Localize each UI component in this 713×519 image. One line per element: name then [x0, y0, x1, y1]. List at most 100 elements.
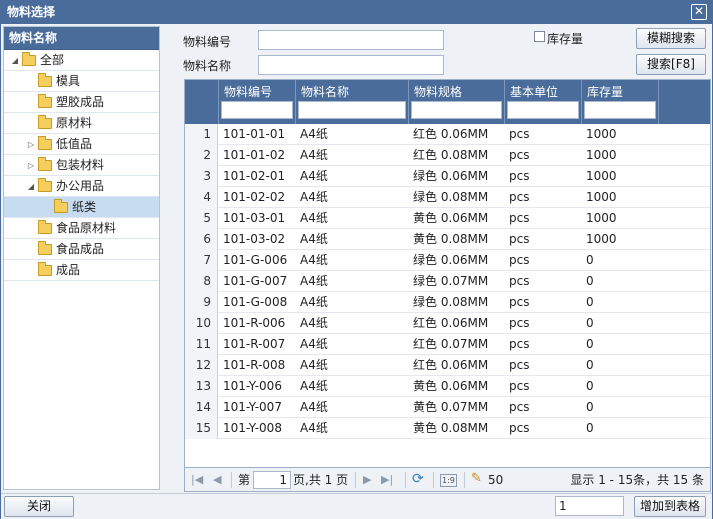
column-spec-title: 物料规格 [414, 85, 463, 99]
tree-item[interactable]: 成品 [4, 260, 159, 281]
pager-separator [355, 472, 356, 488]
cell-unit: pcs [509, 232, 530, 246]
page-number-input[interactable]: 1 [253, 471, 291, 489]
pager-summary: 显示 1 - 15条，共 15 条 [570, 473, 704, 487]
dialog-footer: 关闭 1 增加到表格 [1, 493, 712, 519]
close-button[interactable]: 关闭 [4, 496, 74, 517]
column-name-filter[interactable] [298, 101, 406, 119]
column-unit[interactable]: 基本单位 [504, 80, 581, 124]
tree-item[interactable]: 模具 [4, 71, 159, 92]
cell-code: 101-Y-006 [223, 379, 282, 393]
row-number: 2 [185, 145, 218, 166]
refresh-icon[interactable]: ⟳ [412, 472, 424, 486]
table-row[interactable]: 8 101-G-007 A4纸 绿色 0.07MM pcs 0 [185, 271, 710, 292]
column-spec[interactable]: 物料规格 [408, 80, 504, 124]
cell-spec: 红色 0.06MM [413, 127, 489, 141]
column-stock[interactable]: 库存量 [581, 80, 658, 124]
cell-spec: 黄色 0.06MM [413, 211, 489, 225]
table-row[interactable]: 7 101-G-006 A4纸 绿色 0.06MM pcs 0 [185, 250, 710, 271]
table-row[interactable]: 11 101-R-007 A4纸 红色 0.07MM pcs 0 [185, 334, 710, 355]
row-number: 5 [185, 208, 218, 229]
name-input[interactable] [258, 55, 444, 75]
table-row[interactable]: 6 101-03-02 A4纸 黄色 0.08MM pcs 1000 [185, 229, 710, 250]
tree-item[interactable]: 食品原材料 [4, 218, 159, 239]
tree-item[interactable]: 纸类 [4, 197, 159, 218]
tree-item-label: 办公用品 [56, 179, 105, 193]
page-size-value[interactable]: 50 [488, 468, 503, 492]
next-page-icon[interactable]: ▶ [363, 473, 371, 487]
cell-stock: 0 [586, 358, 594, 372]
cell-code: 101-G-007 [223, 274, 288, 288]
column-spec-filter[interactable] [411, 101, 502, 119]
cell-spec: 黄色 0.08MM [413, 421, 489, 435]
stock-checkbox[interactable] [534, 31, 545, 42]
row-number: 10 [185, 313, 218, 334]
table-row[interactable]: 4 101-02-02 A4纸 绿色 0.08MM pcs 1000 [185, 187, 710, 208]
tree-item[interactable]: 原材料 [4, 113, 159, 134]
code-input[interactable] [258, 30, 444, 50]
cell-unit: pcs [509, 127, 530, 141]
add-to-table-button[interactable]: 增加到表格 [634, 496, 706, 517]
cell-unit: pcs [509, 400, 530, 414]
tree-item[interactable]: ▷ 低值品 [4, 134, 159, 155]
column-stock-filter[interactable] [584, 101, 656, 119]
search-button[interactable]: 搜索[F8] [636, 54, 706, 75]
column-code-filter[interactable] [221, 101, 293, 119]
tree-item[interactable]: 塑胶成品 [4, 92, 159, 113]
collapse-arrow-icon[interactable]: ◢ [10, 50, 20, 71]
cell-unit: pcs [509, 379, 530, 393]
table-row[interactable]: 9 101-G-008 A4纸 绿色 0.08MM pcs 0 [185, 292, 710, 313]
folder-icon [38, 241, 52, 255]
cell-unit: pcs [509, 211, 530, 225]
table-row[interactable]: 14 101-Y-007 A4纸 黄色 0.07MM pcs 0 [185, 397, 710, 418]
table-row[interactable]: 3 101-02-01 A4纸 绿色 0.06MM pcs 1000 [185, 166, 710, 187]
collapse-arrow-icon[interactable]: ◢ [26, 176, 36, 197]
fuzzy-search-button[interactable]: 模糊搜索 [636, 28, 706, 49]
cell-stock: 0 [586, 274, 594, 288]
tree-item-label: 纸类 [72, 200, 97, 214]
tree-item[interactable]: ◢ 办公用品 [4, 176, 159, 197]
cell-unit: pcs [509, 358, 530, 372]
cell-stock: 1000 [586, 190, 617, 204]
cell-stock: 1000 [586, 232, 617, 246]
cell-stock: 0 [586, 379, 594, 393]
close-icon[interactable]: ✕ [691, 4, 707, 20]
pen-icon[interactable]: ✎ [471, 472, 482, 486]
pager-separator [405, 472, 406, 488]
table-row[interactable]: 12 101-R-008 A4纸 红色 0.06MM pcs 0 [185, 355, 710, 376]
table-row[interactable]: 5 101-03-01 A4纸 黄色 0.06MM pcs 1000 [185, 208, 710, 229]
last-page-icon[interactable]: ▶| [381, 473, 393, 487]
table-row[interactable]: 1 101-01-01 A4纸 红色 0.06MM pcs 1000 [185, 124, 710, 145]
first-page-icon[interactable]: |◀ [191, 473, 203, 487]
table-row[interactable]: 13 101-Y-006 A4纸 黄色 0.06MM pcs 0 [185, 376, 710, 397]
cell-code: 101-G-008 [223, 295, 288, 309]
material-grid: 物料编号 物料名称 物料规格 基本单位 库存量 1 101-01-01 A4纸 红色 … [184, 79, 711, 468]
cell-stock: 0 [586, 400, 594, 414]
cell-name: A4纸 [300, 316, 328, 330]
tree-item-label: 食品原材料 [56, 221, 117, 235]
cell-unit: pcs [509, 253, 530, 267]
column-name[interactable]: 物料名称 [295, 80, 408, 124]
tree-item[interactable]: ◢ 全部 [4, 50, 159, 71]
cell-code: 101-03-02 [223, 232, 286, 246]
cell-stock: 1000 [586, 127, 617, 141]
row-number: 9 [185, 292, 218, 313]
column-name-title: 物料名称 [301, 85, 350, 99]
tree-item[interactable]: 食品成品 [4, 239, 159, 260]
column-unit-filter[interactable] [507, 101, 579, 119]
tree-item[interactable]: ▷ 包装材料 [4, 155, 159, 176]
table-row[interactable]: 15 101-Y-008 A4纸 黄色 0.08MM pcs 0 [185, 418, 710, 439]
table-row[interactable]: 2 101-01-02 A4纸 红色 0.08MM pcs 1000 [185, 145, 710, 166]
quantity-input[interactable]: 1 [555, 496, 624, 516]
expand-arrow-icon[interactable]: ▷ [26, 134, 36, 155]
page-size-icon[interactable]: 1:9 [440, 474, 457, 487]
cell-code: 101-01-01 [223, 127, 286, 141]
dialog-title: 物料选择 [7, 5, 56, 19]
cell-spec: 绿色 0.06MM [413, 253, 489, 267]
prev-page-icon[interactable]: ◀ [213, 473, 221, 487]
table-row[interactable]: 10 101-R-006 A4纸 红色 0.06MM pcs 0 [185, 313, 710, 334]
row-number: 7 [185, 250, 218, 271]
column-code[interactable]: 物料编号 [218, 80, 295, 124]
cell-spec: 红色 0.06MM [413, 316, 489, 330]
expand-arrow-icon[interactable]: ▷ [26, 155, 36, 176]
